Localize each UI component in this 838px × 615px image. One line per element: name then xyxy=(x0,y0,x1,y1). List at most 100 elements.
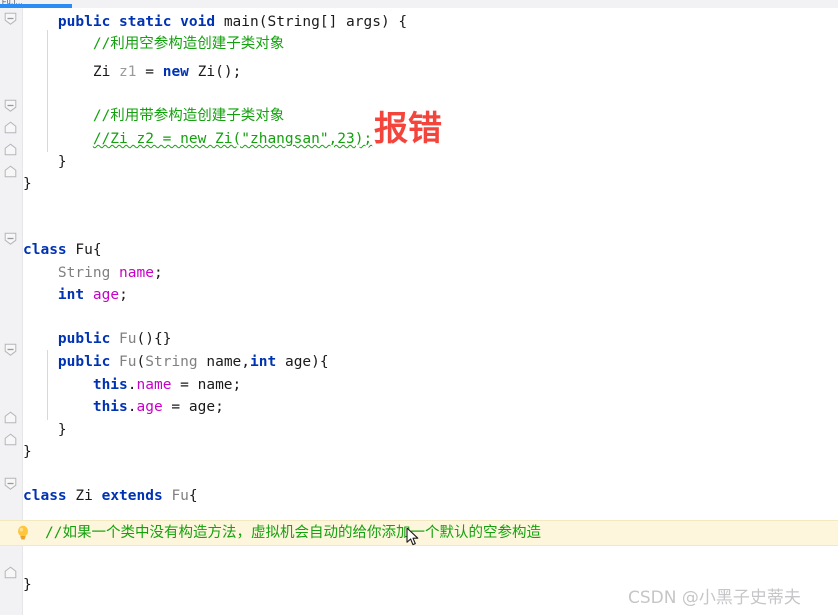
code-token: extends xyxy=(101,488,163,504)
code-token: = name; xyxy=(171,377,242,393)
code-token: name, xyxy=(197,354,251,370)
fold-expand-icon[interactable] xyxy=(4,165,17,178)
code-line[interactable]: public Fu(String name,int age){ xyxy=(23,351,329,373)
code-token: } xyxy=(23,444,32,460)
code-line[interactable]: //利用带参构造创建子类对象 xyxy=(23,105,284,127)
code-token: z1 xyxy=(119,64,137,80)
fold-collapse-icon[interactable] xyxy=(4,232,17,245)
fold-expand-icon[interactable] xyxy=(4,566,17,579)
intention-comment-text[interactable]: //如果一个类中没有构造方法，虚拟机会自动的给你添加一个默认的空参构造 xyxy=(45,522,541,544)
code-token: //利用带参构造创建子类对象 xyxy=(23,108,285,124)
fold-expand-icon[interactable] xyxy=(4,121,17,134)
lightbulb-icon[interactable] xyxy=(16,525,30,541)
code-token: int xyxy=(250,354,277,370)
code-token: Zi(); xyxy=(197,64,242,80)
code-line[interactable]: class Zi extends Fu{ xyxy=(23,485,198,507)
code-line[interactable]: int age; xyxy=(23,284,128,306)
code-token: Fu xyxy=(119,331,137,347)
fold-expand-icon[interactable] xyxy=(4,433,17,446)
code-token: Zi xyxy=(75,488,93,504)
code-token: static xyxy=(119,14,172,30)
indent-guide xyxy=(47,350,48,420)
code-token: age){ xyxy=(276,354,329,370)
code-line[interactable]: } xyxy=(23,574,32,596)
fold-collapse-icon[interactable] xyxy=(4,99,17,112)
code-token: class xyxy=(23,242,67,258)
code-line[interactable]: public static void main(String[] args) { xyxy=(23,11,407,33)
code-token: ; xyxy=(119,287,128,303)
indent-guide xyxy=(47,30,48,152)
code-token: ; xyxy=(153,265,163,281)
code-token: public xyxy=(57,14,111,30)
code-token: . xyxy=(127,399,137,415)
csdn-watermark: CSDN @小黑子史蒂夫 xyxy=(628,588,801,608)
code-line[interactable]: } xyxy=(23,441,32,463)
code-token: Fu xyxy=(171,488,189,504)
code-line[interactable]: this.name = name; xyxy=(23,374,241,396)
code-token: int xyxy=(57,287,85,303)
code-token: //Zi z2 = new Zi("zhangsan",23); xyxy=(92,131,373,147)
code-token: ( xyxy=(136,354,146,370)
code-editor-window: Fu.j... public static void main(String[]… xyxy=(0,0,838,615)
code-token: . xyxy=(127,377,137,393)
code-token: new xyxy=(162,64,189,80)
code-token: } xyxy=(23,154,67,170)
code-line[interactable]: //利用空参构造创建子类对象 xyxy=(23,33,284,55)
code-token: public xyxy=(57,331,111,347)
code-line[interactable]: this.age = age; xyxy=(23,396,224,418)
code-token: } xyxy=(23,422,67,438)
code-token: = age; xyxy=(162,399,224,415)
code-token: this xyxy=(92,377,128,393)
code-token: } xyxy=(23,176,32,192)
code-token: String xyxy=(57,265,111,281)
code-token: public xyxy=(57,354,111,370)
code-token: name xyxy=(136,377,172,393)
code-token: Fu{ xyxy=(75,242,102,258)
code-line[interactable]: class Fu{ xyxy=(23,239,102,261)
code-token: this xyxy=(92,399,128,415)
code-line[interactable]: //Zi z2 = new Zi("zhangsan",23); xyxy=(23,128,372,150)
fold-collapse-icon[interactable] xyxy=(4,343,17,356)
fold-expand-icon[interactable] xyxy=(4,411,17,424)
code-line[interactable]: Zi z1 = new Zi(); xyxy=(23,61,241,83)
code-line[interactable]: } xyxy=(23,419,67,441)
code-token: Zi xyxy=(92,64,111,80)
code-token: age xyxy=(136,399,163,415)
code-token: class xyxy=(23,488,67,504)
code-token: String xyxy=(145,354,198,370)
error-annotation-label: 报错 xyxy=(374,109,442,149)
code-line[interactable]: } xyxy=(23,151,67,173)
code-token: //利用空参构造创建子类对象 xyxy=(23,36,285,52)
code-line[interactable]: } xyxy=(23,173,32,195)
code-token: = xyxy=(136,64,163,80)
code-token: { xyxy=(188,488,198,504)
code-token: Fu xyxy=(119,354,137,370)
code-line[interactable]: public Fu(){} xyxy=(23,328,172,350)
code-token: name xyxy=(119,265,154,281)
code-token: age xyxy=(92,287,120,303)
code-token: void xyxy=(180,14,216,30)
fold-collapse-icon[interactable] xyxy=(4,12,17,25)
fold-collapse-icon[interactable] xyxy=(4,477,17,490)
code-line[interactable]: String name; xyxy=(23,262,163,284)
fold-expand-icon[interactable] xyxy=(4,143,17,156)
